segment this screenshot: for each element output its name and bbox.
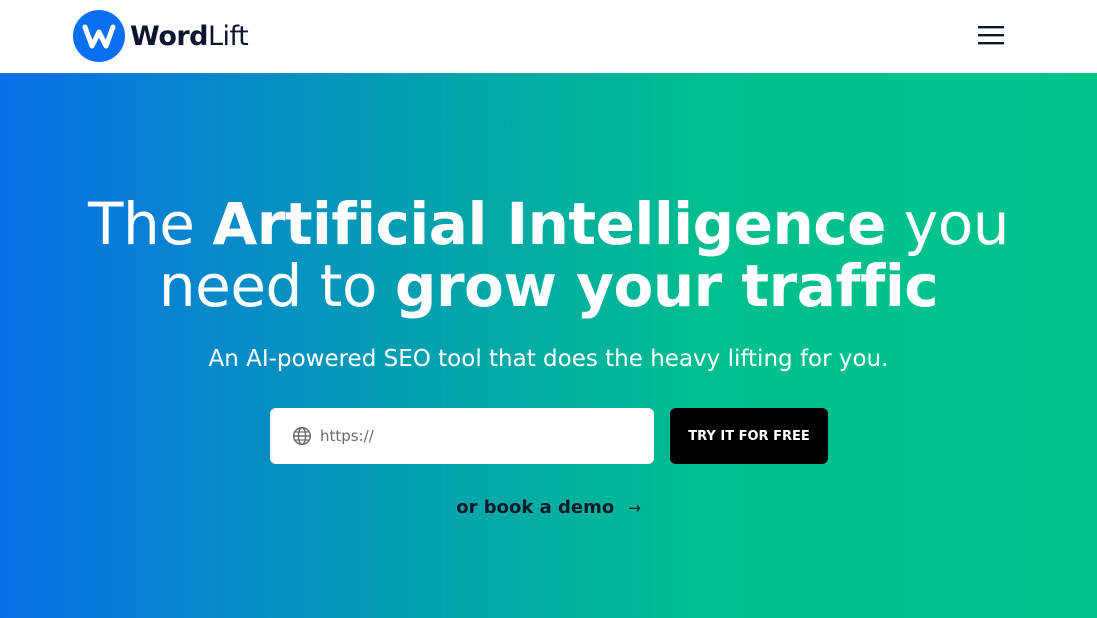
headline-artificial-intelligence: Artificial Intelligence [212, 190, 886, 258]
hamburger-menu-icon[interactable] [976, 22, 1006, 48]
url-input-container[interactable] [270, 408, 654, 464]
headline-you: you [885, 190, 1010, 258]
headline-need-to: need to [158, 252, 395, 320]
book-demo-label: or book a demo [456, 497, 615, 518]
hero-section: The Artificial Intelligence you need to … [0, 73, 1097, 618]
logo-wordmark: WordLift [130, 20, 249, 52]
logo-lift: Lift [208, 20, 249, 52]
hero-headline: The Artificial Intelligence you need to … [0, 193, 1097, 317]
url-input[interactable] [320, 427, 640, 445]
logo-mark [73, 10, 125, 62]
hero-subheadline: An AI-powered SEO tool that does the hea… [208, 346, 889, 372]
arrow-right-icon: → [628, 499, 641, 517]
logo-w-icon [82, 24, 116, 49]
headline-grow-your-traffic: grow your traffic [394, 252, 939, 320]
book-demo-link[interactable]: or book a demo → [0, 497, 1097, 518]
site-header: WordLift [0, 0, 1097, 73]
headline-the: The [88, 190, 213, 258]
logo-word: Word [130, 20, 209, 52]
wordlift-logo[interactable]: WordLift [73, 10, 249, 62]
try-it-for-free-button[interactable]: TRY IT FOR FREE [670, 408, 828, 464]
globe-icon [292, 426, 312, 446]
